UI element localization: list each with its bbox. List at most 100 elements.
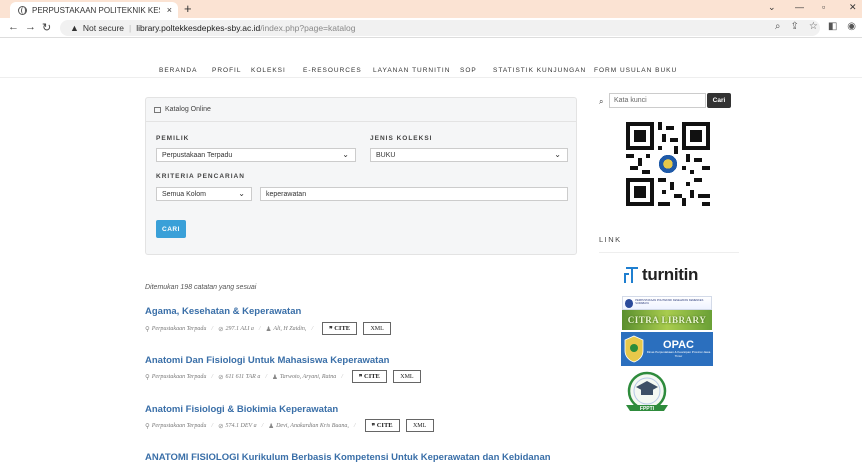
result-title[interactable]: ANATOMI FISIOLOGI Kurikulum Berbasis Kom…	[145, 452, 551, 463]
keyword-input[interactable]: Kata kunci	[609, 93, 706, 108]
sidebar-icon[interactable]: ◧	[828, 21, 837, 32]
nav-sop[interactable]: SOP	[460, 67, 477, 74]
browser-toolbar-icons: ⌕ ⇪ ☆ ◧ ◉	[775, 21, 856, 32]
profile-icon[interactable]: ◉	[847, 21, 856, 32]
globe-icon	[18, 5, 27, 15]
share-icon[interactable]: ⇪	[790, 21, 798, 32]
call-number: 611 611 TAR a	[225, 373, 261, 380]
search-input[interactable]: keperawatan	[260, 187, 568, 201]
xml-button[interactable]: XML	[392, 370, 421, 383]
meta-divider: /	[265, 373, 268, 380]
quote-icon: ❞	[329, 325, 333, 333]
fppti-text: FPPTI	[640, 406, 655, 412]
location-icon: ⚲	[145, 325, 150, 333]
catalog-icon	[154, 106, 161, 113]
not-secure-label: Not secure	[82, 23, 125, 33]
reload-icon[interactable]: ↻	[42, 21, 51, 34]
nav-e-resources[interactable]: E-RESOURCES	[303, 67, 362, 74]
poltekkes-banner-link[interactable]: PERPUSTAKAAN POLITEKNIK KESEHATAN KEMENK…	[622, 296, 712, 310]
nav-statistik-kunjungan[interactable]: STATISTIK KUNJUNGAN	[493, 67, 586, 74]
call-number: 574.1 DEV a	[225, 422, 257, 429]
meta-divider: /	[311, 325, 314, 332]
url-host: library.poltekkesdepkes-sby.ac.id	[136, 23, 261, 33]
chevron-down-icon: ⌄	[342, 150, 349, 159]
result-title[interactable]: Agama, Kesehatan & Keperawatan	[145, 306, 301, 317]
nav-koleksi[interactable]: KOLEKSI	[251, 67, 286, 74]
meta-divider: /	[353, 422, 356, 429]
author-text: Ali, H Zaidin,	[273, 325, 307, 332]
citra-library-link[interactable]: CITRA LIBRARY	[622, 310, 712, 330]
result-title[interactable]: Anatomi Fisiologi & Biokimia Keperawatan	[145, 404, 338, 415]
chevron-down-icon: ⌄	[238, 189, 245, 198]
location-icon: ⚲	[145, 373, 150, 381]
address-bar-row: ← → ↻ ▲ Not secure | library.poltekkesde…	[0, 18, 862, 38]
panel-title: Katalog Online	[165, 106, 211, 113]
url-field[interactable]: ▲ Not secure | library.poltekkesdepkes-s…	[60, 20, 820, 36]
katalog-panel: Katalog Online PEMILIK Perpustakaan Terp…	[145, 97, 577, 255]
divider	[599, 252, 739, 253]
new-tab-button[interactable]: +	[184, 1, 192, 16]
close-window-button[interactable]: ✕	[849, 2, 857, 13]
owner-text: Perpustakaan Terpadu	[151, 422, 207, 429]
tab-close-icon[interactable]: ×	[167, 5, 172, 15]
minimize-button[interactable]: —	[795, 2, 804, 12]
browser-tab[interactable]: PERPUSTAKAAN POLITEKNIK KES ×	[10, 2, 178, 18]
cite-button[interactable]: ❞ CITE	[322, 322, 358, 335]
jenis-koleksi-select[interactable]: BUKU ⌄	[370, 148, 568, 162]
meta-divider: /	[211, 422, 214, 429]
chevron-down-icon: ⌄	[554, 150, 561, 159]
location-icon: ⚲	[145, 422, 150, 430]
banner-text: PERPUSTAKAAN POLITEKNIK KESEHATAN KEMENK…	[635, 299, 704, 305]
tag-icon: ⊘	[218, 325, 224, 333]
qr-code-image	[626, 122, 710, 206]
nav-layanan-turnitin[interactable]: LAYANAN TURNITIN	[373, 67, 450, 74]
author-text: Tarwoto, Aryani, Ratna	[279, 373, 337, 380]
pemilik-select[interactable]: Perpustakaan Terpadu ⌄	[156, 148, 356, 162]
tag-icon: ⊘	[218, 373, 224, 381]
author-icon: ♟	[265, 325, 272, 333]
link-heading: LINK	[599, 235, 622, 244]
forward-arrow-icon[interactable]: →	[25, 21, 36, 33]
nav-profil[interactable]: PROFIL	[212, 67, 241, 74]
owner-text: Perpustakaan Terpadu	[151, 373, 207, 380]
jatim-seal-icon	[624, 335, 644, 363]
result-title[interactable]: Anatomi Dan Fisiologi Untuk Mahasiswa Ke…	[145, 355, 389, 366]
nav-form-usulan-buku[interactable]: FORM USULAN BUKU	[594, 67, 677, 74]
xml-button[interactable]: XML	[405, 419, 434, 432]
kriteria-label: KRITERIA PENCARIAN	[156, 173, 245, 180]
author-text: Devi, Anakardian Kris Buana,	[276, 422, 349, 429]
call-number: 297.1 ALI a	[225, 325, 254, 332]
owner-text: Perpustakaan Terpadu	[151, 325, 207, 332]
site-navigation: BERANDA PROFIL KOLEKSI E-RESOURCES LAYAN…	[0, 38, 862, 78]
results-count: Ditemukan 198 catatan yang sesuai	[145, 284, 257, 291]
meta-divider: /	[261, 422, 264, 429]
fppti-logo-link[interactable]: FPPTI	[622, 370, 672, 416]
result-meta: ⚲ Perpustakaan Terpadu / ⊘ 611 611 TAR a /…	[145, 370, 421, 383]
keyword-search-button[interactable]: Cari	[707, 93, 731, 108]
nav-beranda[interactable]: BERANDA	[159, 67, 197, 74]
chevron-down-icon[interactable]: ⌄	[768, 2, 776, 13]
xml-button[interactable]: XML	[363, 322, 392, 335]
turnitin-link[interactable]: turnitin	[622, 262, 716, 288]
result-meta: ⚲ Perpustakaan Terpadu / ⊘ 297.1 ALI a / ♟…	[145, 322, 392, 335]
cite-button[interactable]: ❞ CITE	[364, 419, 400, 432]
maximize-button[interactable]: ▫	[822, 2, 825, 12]
search-input-value: keperawatan	[266, 190, 307, 198]
cite-label: CITE	[376, 422, 393, 429]
quote-icon: ❞	[358, 373, 363, 381]
author-icon: ♟	[272, 373, 278, 381]
meta-divider: /	[211, 373, 214, 380]
back-arrow-icon[interactable]: ←	[8, 21, 19, 33]
opac-link[interactable]: OPAC Dinas Perpustakaan & Kearsipan Prov…	[621, 332, 713, 366]
cite-button[interactable]: ❞ CITE	[351, 370, 387, 383]
browser-tab-bar: PERPUSTAKAAN POLITEKNIK KES × + ⌄ — ▫ ✕	[0, 0, 862, 18]
citra-library-text: CITRA LIBRARY	[627, 315, 707, 325]
url-path: /index.php?page=katalog	[260, 23, 356, 33]
result-meta: ⚲ Perpustakaan Terpadu / ⊘ 574.1 DEV a / ♟…	[145, 419, 434, 432]
zoom-icon[interactable]: ⌕	[775, 21, 781, 32]
cari-button[interactable]: CARI	[156, 220, 186, 238]
quote-icon: ❞	[371, 422, 376, 430]
warning-icon: ▲	[70, 23, 79, 33]
star-icon[interactable]: ☆	[809, 21, 818, 32]
kriteria-select[interactable]: Semua Kolom ⌄	[156, 187, 252, 201]
